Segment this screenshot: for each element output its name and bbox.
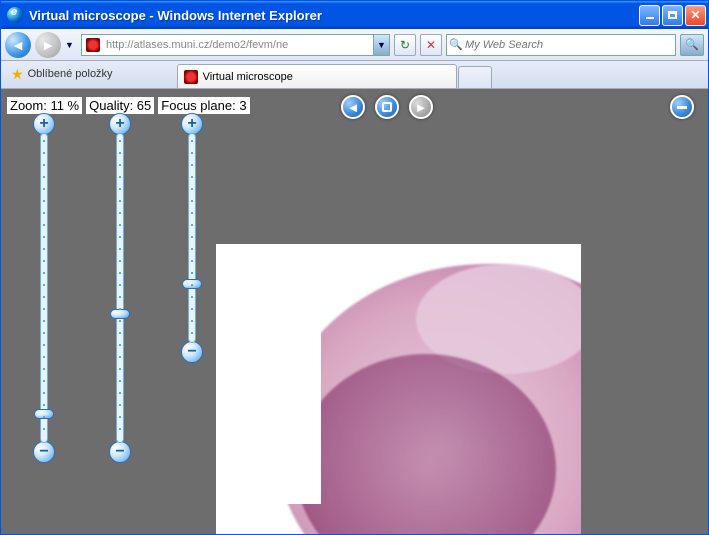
microscope-viewport[interactable] — [216, 244, 581, 534]
url-input[interactable] — [104, 36, 373, 54]
zoom-minus-button[interactable]: − — [33, 441, 55, 463]
star-icon: ★ — [11, 66, 24, 83]
tab-favicon — [184, 70, 198, 84]
zoom-label: Zoom: 11 % — [7, 97, 82, 114]
quality-track[interactable] — [116, 133, 124, 443]
minimize-button[interactable] — [639, 5, 660, 26]
collapse-panel-button[interactable] — [670, 95, 694, 119]
new-tab-button[interactable] — [458, 66, 492, 88]
focus-track[interactable] — [188, 133, 196, 343]
quality-slider[interactable]: + − — [109, 113, 131, 463]
zoom-slider[interactable]: + − — [33, 113, 55, 463]
favorites-link[interactable]: ★ Oblíbené položky — [5, 63, 119, 85]
tabs-bar: ★ Oblíbené položky Virtual microscope — [1, 61, 708, 89]
search-icon: 🔍 — [447, 38, 465, 51]
tab-active[interactable]: Virtual microscope — [177, 64, 457, 88]
search-box: 🔍 — [446, 34, 676, 56]
nav-history-dropdown[interactable]: ▼ — [65, 40, 77, 50]
stop-button[interactable]: ✕ — [420, 34, 442, 56]
view-back-button[interactable]: ◄ — [341, 95, 365, 119]
search-button[interactable]: 🔍 — [680, 34, 704, 56]
search-input[interactable] — [465, 39, 675, 51]
title-bar: Virtual microscope - Windows Internet Ex… — [1, 1, 708, 29]
view-forward-button[interactable]: ► — [409, 95, 433, 119]
back-button[interactable]: ◄ — [5, 32, 31, 58]
quality-label: Quality: 65 — [86, 97, 154, 114]
window-buttons: ✕ — [639, 5, 706, 26]
zoom-track[interactable] — [40, 133, 48, 443]
address-bar: ▼ — [81, 34, 390, 56]
zoom-plus-button[interactable]: + — [33, 113, 55, 135]
window-title: Virtual microscope - Windows Internet Ex… — [27, 8, 639, 23]
ie-icon — [7, 7, 23, 23]
nav-bar: ◄ ► ▼ ▼ ↻ ✕ 🔍 🔍 — [1, 29, 708, 61]
focus-minus-button[interactable]: − — [181, 341, 203, 363]
site-favicon — [85, 37, 101, 53]
app-window: Virtual microscope - Windows Internet Ex… — [0, 0, 709, 535]
forward-button[interactable]: ► — [35, 32, 61, 58]
address-dropdown[interactable]: ▼ — [373, 35, 389, 55]
refresh-button[interactable]: ↻ — [394, 34, 416, 56]
close-button[interactable]: ✕ — [685, 5, 706, 26]
content-area: Zoom: 11 % Quality: 65 Focus plane: 3 + … — [1, 89, 708, 534]
tab-title: Virtual microscope — [203, 71, 293, 83]
focus-label: Focus plane: 3 — [158, 97, 249, 114]
focus-slider[interactable]: + − — [181, 113, 203, 363]
favorites-label: Oblíbené položky — [28, 68, 113, 80]
quality-minus-button[interactable]: − — [109, 441, 131, 463]
quality-thumb[interactable] — [110, 309, 130, 319]
view-nav-controls: ◄ ► — [341, 95, 433, 119]
maximize-button[interactable] — [662, 5, 683, 26]
quality-plus-button[interactable]: + — [109, 113, 131, 135]
focus-plus-button[interactable]: + — [181, 113, 203, 135]
view-stop-button[interactable] — [375, 95, 399, 119]
control-labels: Zoom: 11 % Quality: 65 Focus plane: 3 — [7, 97, 250, 114]
